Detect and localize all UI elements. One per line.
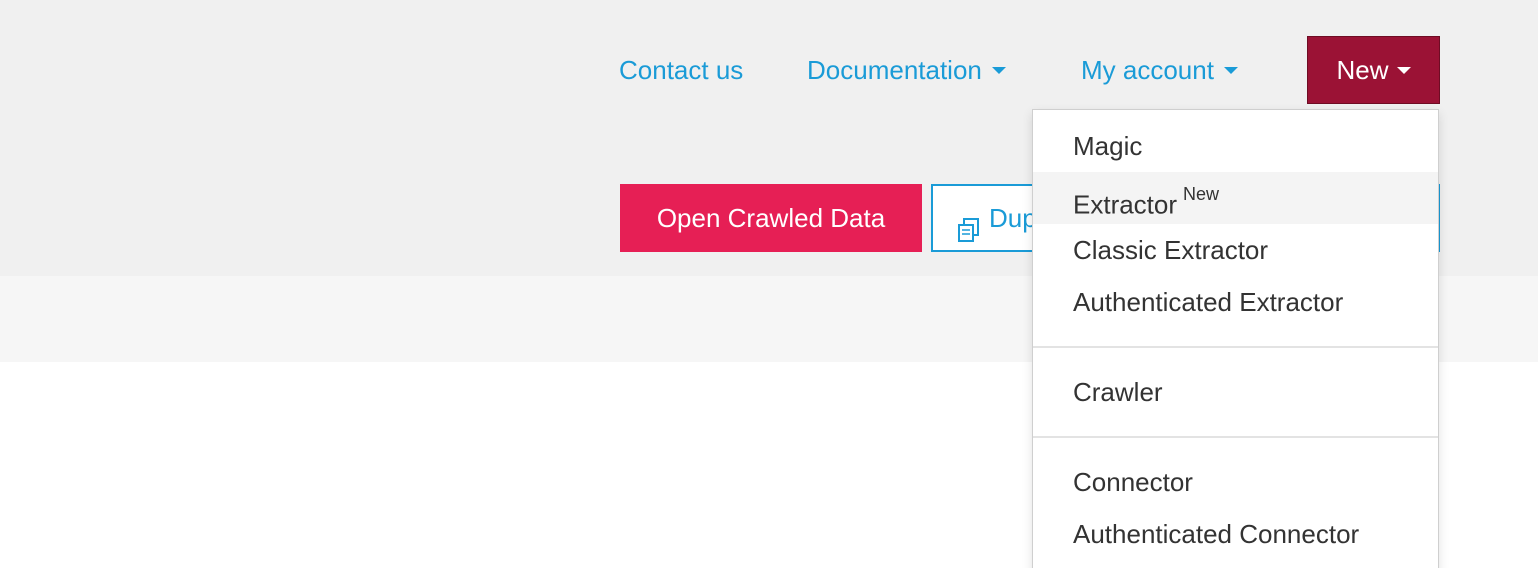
caret-down-icon [1396,66,1411,74]
menu-item-magic[interactable]: Magic [1033,120,1438,172]
menu-item-label: Authenticated Extractor [1073,287,1344,317]
menu-item-crawler[interactable]: Crawler [1033,366,1438,418]
nav-account-dropdown[interactable]: My account [1081,50,1238,90]
nav-documentation-dropdown[interactable]: Documentation [807,50,1006,90]
new-button-label: New [1336,55,1389,85]
nav-documentation-label: Documentation [807,55,982,85]
menu-item-label: Magic [1073,131,1143,161]
menu-item-label: Connector [1073,467,1193,497]
menu-divider [1033,346,1438,348]
open-crawled-data-label: Open Crawled Data [656,203,886,233]
caret-down-icon [1223,66,1238,74]
menu-divider [1033,436,1438,438]
menu-item-label: Classic Extractor [1073,235,1269,265]
menu-item-label: Crawler [1073,377,1163,407]
new-dropdown-menu: Magic Extractor New Classic Extractor Aut… [1032,109,1439,568]
page: Contact us Documentation My account New … [0,0,1538,568]
menu-item-connector[interactable]: Connector [1033,456,1438,508]
caret-down-icon [991,66,1006,74]
menu-item-authenticated-connector[interactable]: Authenticated Connector [1033,508,1438,560]
nav-contact-label: Contact us [619,55,744,85]
new-badge: New [1183,184,1220,204]
menu-item-authenticated-extractor[interactable]: Authenticated Extractor [1033,276,1438,328]
copy-icon [955,203,983,243]
menu-item-label: Authenticated Connector [1073,519,1360,549]
menu-item-label: Extractor [1073,189,1178,220]
open-crawled-data-button[interactable]: Open Crawled Data [620,184,922,252]
new-button[interactable]: New [1307,36,1440,104]
nav-contact-link[interactable]: Contact us [619,50,743,90]
menu-item-classic-extractor[interactable]: Classic Extractor [1033,224,1438,276]
nav-account-label: My account [1081,55,1214,85]
menu-item-extractor[interactable]: Extractor New [1033,172,1438,224]
